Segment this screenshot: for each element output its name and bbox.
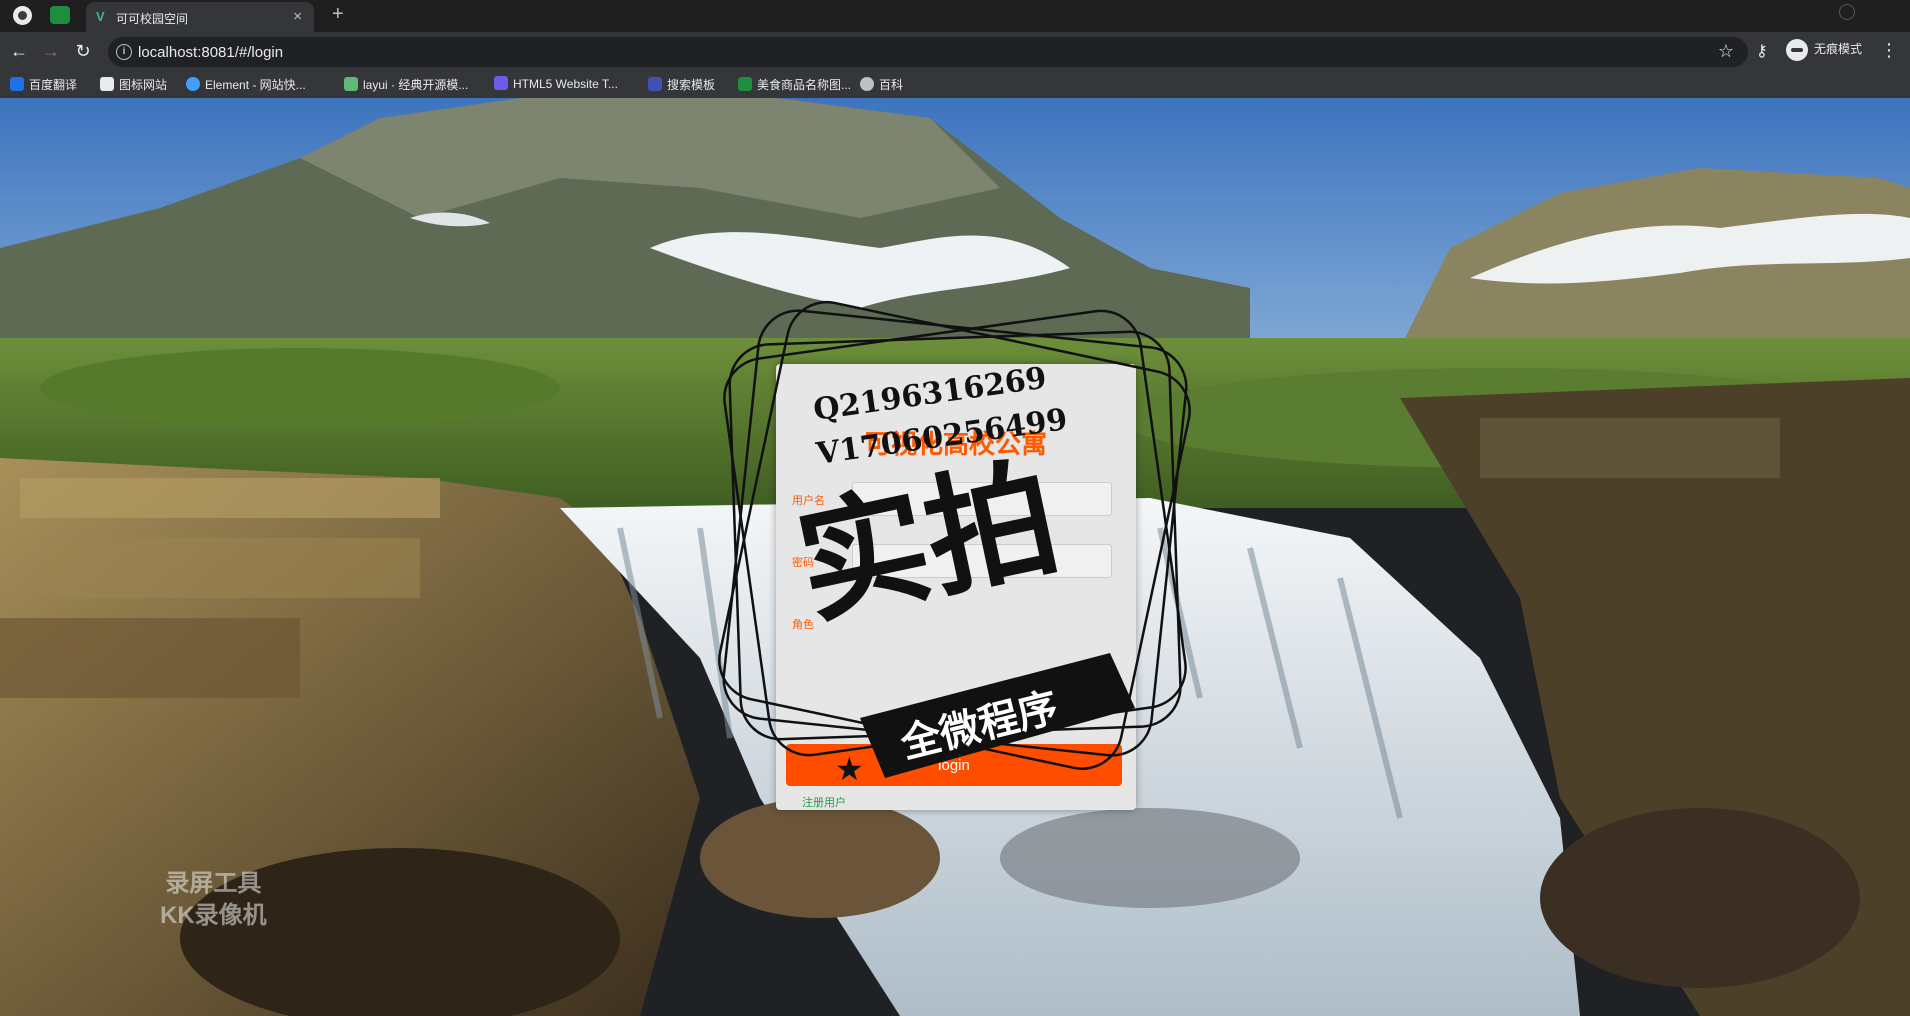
role-label: 角色 [792,619,814,631]
reload-button[interactable]: ↻ [72,40,94,62]
password-row: 密码 [792,544,1122,580]
login-title: 可视化高校公寓 [864,429,1047,459]
username-row: 用户名 [792,482,1122,518]
layui-icon [344,77,358,91]
bookmark-item[interactable]: 美食商品名称图... [738,76,851,94]
incognito-icon [1786,39,1808,61]
globe-icon [860,77,874,91]
password-key-icon[interactable]: ⚷ [1756,41,1768,61]
browser-toolbar: ← → ↻ i localhost:8081/#/login ☆ ⚷ 无痕模式 … [0,32,1910,72]
bookmark-item[interactable]: 百度翻译 [10,76,77,94]
bookmarks-bar: 百度翻译 图标网站 Element - 网站快... layui · 经典开源模… [0,72,1910,99]
html5-icon [494,76,508,90]
back-button[interactable]: ← [8,40,30,62]
username-input[interactable] [852,482,1112,516]
bookmark-item[interactable]: 搜索模板 [648,76,715,94]
incognito-label: 无痕模式 [1814,42,1863,57]
register-link[interactable]: 注册用户 [802,794,846,810]
recorder-line1: 录屏工具 [165,870,262,897]
bookmark-item[interactable]: layui · 经典开源模... [344,76,468,94]
password-label: 密码 [792,557,814,569]
bookmark-item[interactable]: 图标网站 [100,76,167,94]
translate-icon [10,77,24,91]
element-icon [186,77,200,91]
recorder-watermark: 录屏工具 KK录像机 [160,868,267,932]
flag-icon [100,77,114,91]
password-input[interactable] [852,544,1112,578]
food-icon [738,77,752,91]
site-info-icon[interactable]: i [116,44,132,60]
role-row: 角色 [792,606,1122,642]
url-text[interactable]: localhost:8081/#/login [138,44,283,61]
tab-group-icon[interactable] [50,6,70,24]
bookmark-star-icon[interactable]: ☆ [1718,41,1734,62]
login-card: 可视化高校公寓 用户名 密码 角色 login 注册用户 [776,364,1136,810]
new-tab-button[interactable]: + [332,3,344,26]
search-template-icon [648,77,662,91]
login-page: 可视化高校公寓 用户名 密码 角色 login 注册用户 Q2196316269… [0,98,1910,1016]
menu-kebab-icon[interactable]: ⋮ [1880,40,1898,61]
tab-close-icon[interactable]: × [293,8,302,25]
bookmark-item[interactable]: Element - 网站快... [186,76,306,94]
tab-title: 可可校园空间 [116,12,189,26]
window-control-icon[interactable] [1839,4,1855,20]
tab-bar: V 可可校园空间 × + [0,0,1910,32]
username-label: 用户名 [792,495,825,507]
recorder-line2: KK录像机 [160,902,267,929]
forward-button[interactable]: → [40,40,62,62]
login-button[interactable]: login [786,744,1122,786]
address-bar[interactable]: i localhost:8081/#/login ☆ [108,37,1748,67]
browser-tab[interactable]: V 可可校园空间 × [86,2,314,32]
bookmark-item[interactable]: HTML5 Website T... [494,76,618,94]
bookmark-item[interactable]: 百科 [860,76,903,94]
vue-icon: V [96,9,105,24]
chrome-icon[interactable] [13,6,32,25]
incognito-indicator[interactable]: 无痕模式 [1786,39,1862,61]
